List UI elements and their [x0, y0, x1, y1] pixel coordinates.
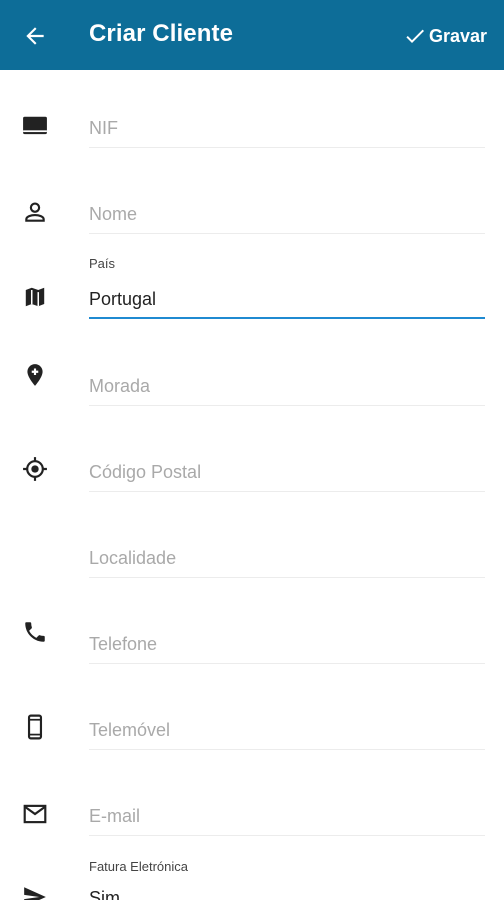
pais-value: Portugal	[89, 289, 157, 309]
localidade-field[interactable]: Localidade	[89, 538, 485, 578]
id-card-icon	[22, 113, 48, 139]
fatura-value: Sim	[89, 888, 120, 900]
back-arrow-icon[interactable]	[22, 23, 48, 49]
mail-icon	[22, 801, 48, 827]
email-placeholder: E-mail	[89, 806, 141, 826]
smartphone-icon	[22, 714, 48, 740]
morada-placeholder: Morada	[89, 376, 151, 396]
pais-label: País	[89, 256, 116, 271]
nome-placeholder: Nome	[89, 204, 138, 224]
phone-icon	[22, 619, 48, 645]
person-icon	[22, 199, 48, 225]
send-icon	[22, 884, 48, 900]
save-button[interactable]: Gravar	[403, 24, 487, 48]
pais-field[interactable]: Portugal	[89, 279, 485, 319]
map-icon	[22, 284, 48, 310]
telefone-placeholder: Telefone	[89, 634, 158, 654]
localidade-placeholder: Localidade	[89, 548, 177, 568]
email-field[interactable]: E-mail	[89, 796, 485, 836]
app-bar: Criar Cliente Gravar	[0, 0, 504, 70]
gps-target-icon	[22, 456, 48, 482]
morada-field[interactable]: Morada	[89, 366, 485, 406]
telemovel-field[interactable]: Telemóvel	[89, 710, 485, 750]
codigo-postal-field[interactable]: Código Postal	[89, 452, 485, 492]
telefone-field[interactable]: Telefone	[89, 624, 485, 664]
check-icon	[406, 29, 424, 43]
save-label: Gravar	[428, 25, 487, 46]
fatura-label: Fatura Eletrónica	[89, 859, 188, 874]
nif-placeholder: NIF	[89, 118, 118, 138]
page-title: Criar Cliente	[89, 20, 234, 47]
telemovel-placeholder: Telemóvel	[89, 720, 171, 740]
add-location-icon	[22, 362, 48, 388]
nif-field[interactable]: NIF	[89, 108, 485, 148]
nome-field[interactable]: Nome	[89, 194, 485, 234]
fatura-field[interactable]: Sim	[89, 878, 485, 900]
codigo-postal-placeholder: Código Postal	[89, 462, 202, 482]
